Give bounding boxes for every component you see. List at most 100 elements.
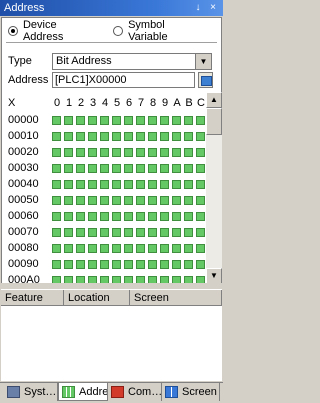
device-address-radio[interactable] [8,26,18,36]
bit-cell[interactable] [52,180,61,189]
bit-cell[interactable] [160,196,169,205]
bit-cell[interactable] [112,212,121,221]
bit-cell[interactable] [100,148,109,157]
tab-system[interactable]: Syst… [4,383,58,401]
bit-cell[interactable] [100,228,109,237]
bit-cell[interactable] [76,132,85,141]
bit-cell[interactable] [148,244,157,253]
bit-cell[interactable] [52,244,61,253]
bit-cell[interactable] [124,148,133,157]
bit-cell[interactable] [124,164,133,173]
close-icon[interactable]: × [206,1,220,15]
tab-common[interactable]: Com… [108,383,162,401]
bit-cell[interactable] [100,164,109,173]
bit-cell[interactable] [64,180,73,189]
bit-cell[interactable] [184,196,193,205]
bit-cell[interactable] [124,244,133,253]
bit-cell[interactable] [112,180,121,189]
bit-cell[interactable] [64,244,73,253]
bit-cell[interactable] [52,148,61,157]
tab-address[interactable]: Addres [58,383,108,401]
bit-cell[interactable] [112,132,121,141]
bit-cell[interactable] [88,260,97,269]
bit-cell[interactable] [184,212,193,221]
chevron-down-icon[interactable]: ▼ [195,54,211,69]
bit-cell[interactable] [196,212,205,221]
bit-cell[interactable] [148,148,157,157]
bit-cell[interactable] [76,212,85,221]
bit-cell[interactable] [148,228,157,237]
device-address-label[interactable]: Device Address [23,19,99,43]
bit-cell[interactable] [76,244,85,253]
bit-cell[interactable] [52,212,61,221]
scroll-down-icon[interactable]: ▼ [206,268,222,284]
bit-cell[interactable] [196,116,205,125]
bit-cell[interactable] [64,212,73,221]
address-keypad-icon[interactable] [198,72,213,88]
bit-cell[interactable] [64,196,73,205]
bit-cell[interactable] [136,196,145,205]
bit-cell[interactable] [112,116,121,125]
bit-cell[interactable] [172,212,181,221]
bit-cell[interactable] [136,180,145,189]
bit-cell[interactable] [136,260,145,269]
pin-icon[interactable]: ↓ [191,1,205,15]
bit-cell[interactable] [172,260,181,269]
bit-cell[interactable] [184,260,193,269]
scroll-thumb[interactable] [206,108,222,135]
bit-cell[interactable] [64,228,73,237]
bit-cell[interactable] [148,260,157,269]
bit-cell[interactable] [172,180,181,189]
bit-cell[interactable] [100,180,109,189]
bit-cell[interactable] [184,116,193,125]
type-select[interactable]: Bit Address ▼ [52,53,212,70]
bit-cell[interactable] [160,116,169,125]
col-header-screen[interactable]: Screen [130,290,222,306]
bit-cell[interactable] [136,212,145,221]
bit-cell[interactable] [124,260,133,269]
bit-cell[interactable] [52,260,61,269]
bit-cell[interactable] [112,244,121,253]
bit-cell[interactable] [88,180,97,189]
bit-cell[interactable] [136,164,145,173]
bit-cell[interactable] [88,116,97,125]
bit-cell[interactable] [76,228,85,237]
bit-cell[interactable] [172,228,181,237]
bit-cell[interactable] [52,196,61,205]
bit-cell[interactable] [100,212,109,221]
tab-screen[interactable]: Screen [162,383,220,401]
bit-cell[interactable] [160,164,169,173]
bit-cell[interactable] [112,260,121,269]
bit-cell[interactable] [172,196,181,205]
bit-cell[interactable] [76,148,85,157]
bit-cell[interactable] [136,148,145,157]
bit-cell[interactable] [52,132,61,141]
bit-cell[interactable] [148,212,157,221]
symbol-variable-label[interactable]: Symbol Variable [128,19,207,43]
bit-cell[interactable] [124,196,133,205]
bit-cell[interactable] [100,116,109,125]
bit-cell[interactable] [88,164,97,173]
bit-cell[interactable] [172,148,181,157]
bit-cell[interactable] [196,244,205,253]
bit-cell[interactable] [196,148,205,157]
bit-cell[interactable] [88,244,97,253]
bit-cell[interactable] [172,132,181,141]
bit-cell[interactable] [52,116,61,125]
bit-cell[interactable] [100,132,109,141]
bit-cell[interactable] [88,196,97,205]
bit-cell[interactable] [64,164,73,173]
bit-cell[interactable] [88,228,97,237]
bit-cell[interactable] [148,116,157,125]
bit-cell[interactable] [112,196,121,205]
bit-cell[interactable] [148,164,157,173]
bit-cell[interactable] [88,132,97,141]
bit-cell[interactable] [76,116,85,125]
bit-cell[interactable] [196,196,205,205]
bit-cell[interactable] [160,244,169,253]
bit-cell[interactable] [136,116,145,125]
col-header-location[interactable]: Location [64,290,130,306]
bit-cell[interactable] [112,148,121,157]
bit-cell[interactable] [88,212,97,221]
bit-cell[interactable] [76,180,85,189]
